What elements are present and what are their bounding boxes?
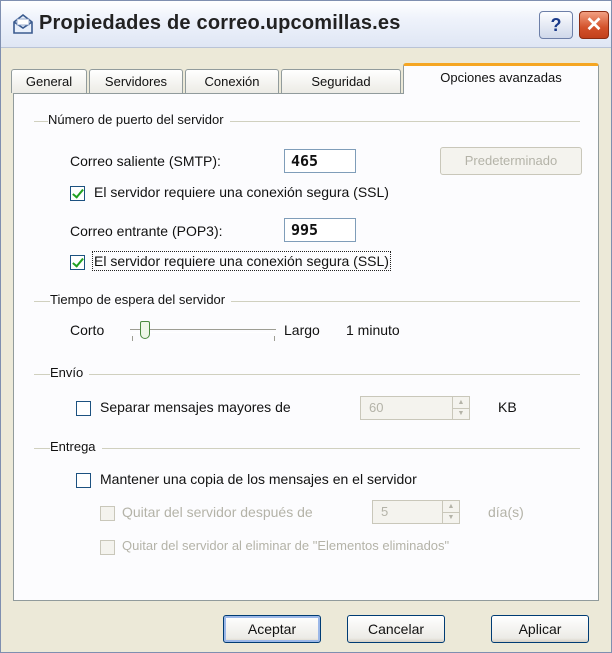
title-bar[interactable]: Propiedades de correo.upcomillas.es ? ✕ — [1, 1, 611, 48]
spinner-arrows: ▲ ▼ — [442, 501, 459, 523]
split-messages-checkbox[interactable] — [76, 401, 91, 416]
keep-copy-checkbox[interactable] — [76, 473, 91, 488]
group-divider — [34, 448, 580, 449]
timeout-slider-thumb[interactable] — [139, 321, 150, 339]
remove-after-value: 5 — [381, 504, 389, 519]
sending-group-label: Envío — [50, 365, 90, 380]
default-button[interactable]: Predeterminado — [440, 147, 582, 175]
help-icon: ? — [550, 15, 562, 35]
split-messages-label: Separar mensajes mayores de — [100, 399, 291, 415]
timeout-group-label: Tiempo de espera del servidor — [50, 292, 232, 307]
spinner-arrows: ▲ ▼ — [452, 397, 469, 419]
mail-account-icon — [13, 13, 33, 34]
remove-after-checkbox[interactable] — [100, 506, 115, 521]
tab-general[interactable]: General — [11, 69, 87, 93]
spinner-down-icon[interactable]: ▼ — [443, 512, 459, 523]
properties-dialog: Propiedades de correo.upcomillas.es ? ✕ … — [0, 0, 612, 653]
ports-group-label: Número de puerto del servidor — [48, 112, 230, 127]
window-title: Propiedades de correo.upcomillas.es — [39, 12, 401, 34]
timeout-long-label: Largo — [284, 322, 320, 338]
smtp-port-input[interactable]: 465 — [284, 149, 356, 173]
cancel-button[interactable]: Cancelar — [347, 615, 445, 643]
smtp-ssl-label: El servidor requiere una conexión segura… — [94, 184, 389, 200]
ok-button[interactable]: Aceptar — [223, 615, 321, 643]
days-label: día(s) — [488, 504, 524, 520]
slider-tick — [132, 336, 133, 341]
delivery-group-label: Entrega — [50, 439, 102, 454]
close-icon: ✕ — [585, 14, 603, 36]
pop3-ssl-checkbox[interactable] — [70, 255, 85, 270]
timeout-short-label: Corto — [70, 322, 105, 338]
pop3-ssl-label: El servidor requiere una conexión segura… — [92, 251, 391, 271]
remove-after-spinner[interactable]: 5 ▲ ▼ — [372, 500, 460, 524]
keep-copy-label: Mantener una copia de los mensajes en el… — [100, 471, 417, 487]
split-size-value: 60 — [369, 400, 384, 415]
slider-tick — [274, 336, 275, 341]
timeout-slider-track[interactable] — [130, 329, 276, 333]
pop3-port-input[interactable]: 995 — [284, 218, 356, 242]
tab-connection[interactable]: Conexión — [185, 69, 279, 93]
advanced-options-panel: Número de puerto del servidor Correo sal… — [13, 93, 599, 601]
split-size-spinner[interactable]: 60 ▲ ▼ — [360, 396, 470, 420]
smtp-label: Correo saliente (SMTP): — [70, 153, 221, 169]
tab-servers[interactable]: Servidores — [89, 69, 183, 93]
remove-deleted-checkbox[interactable] — [100, 540, 115, 555]
smtp-ssl-checkbox[interactable] — [70, 186, 85, 201]
close-button[interactable]: ✕ — [579, 11, 609, 39]
pop3-label: Correo entrante (POP3): — [70, 223, 223, 239]
help-button[interactable]: ? — [539, 11, 573, 39]
remove-after-label: Quitar del servidor después de — [122, 504, 313, 520]
remove-deleted-label: Quitar del servidor al eliminar de "Elem… — [122, 538, 450, 553]
tab-security[interactable]: Seguridad — [281, 69, 401, 93]
kb-unit-label: KB — [498, 399, 517, 415]
tab-advanced-options[interactable]: Opciones avanzadas — [403, 63, 599, 94]
apply-button[interactable]: Aplicar — [491, 615, 589, 643]
spinner-down-icon[interactable]: ▼ — [453, 408, 469, 419]
timeout-value: 1 minuto — [346, 322, 400, 338]
group-divider — [34, 374, 580, 375]
